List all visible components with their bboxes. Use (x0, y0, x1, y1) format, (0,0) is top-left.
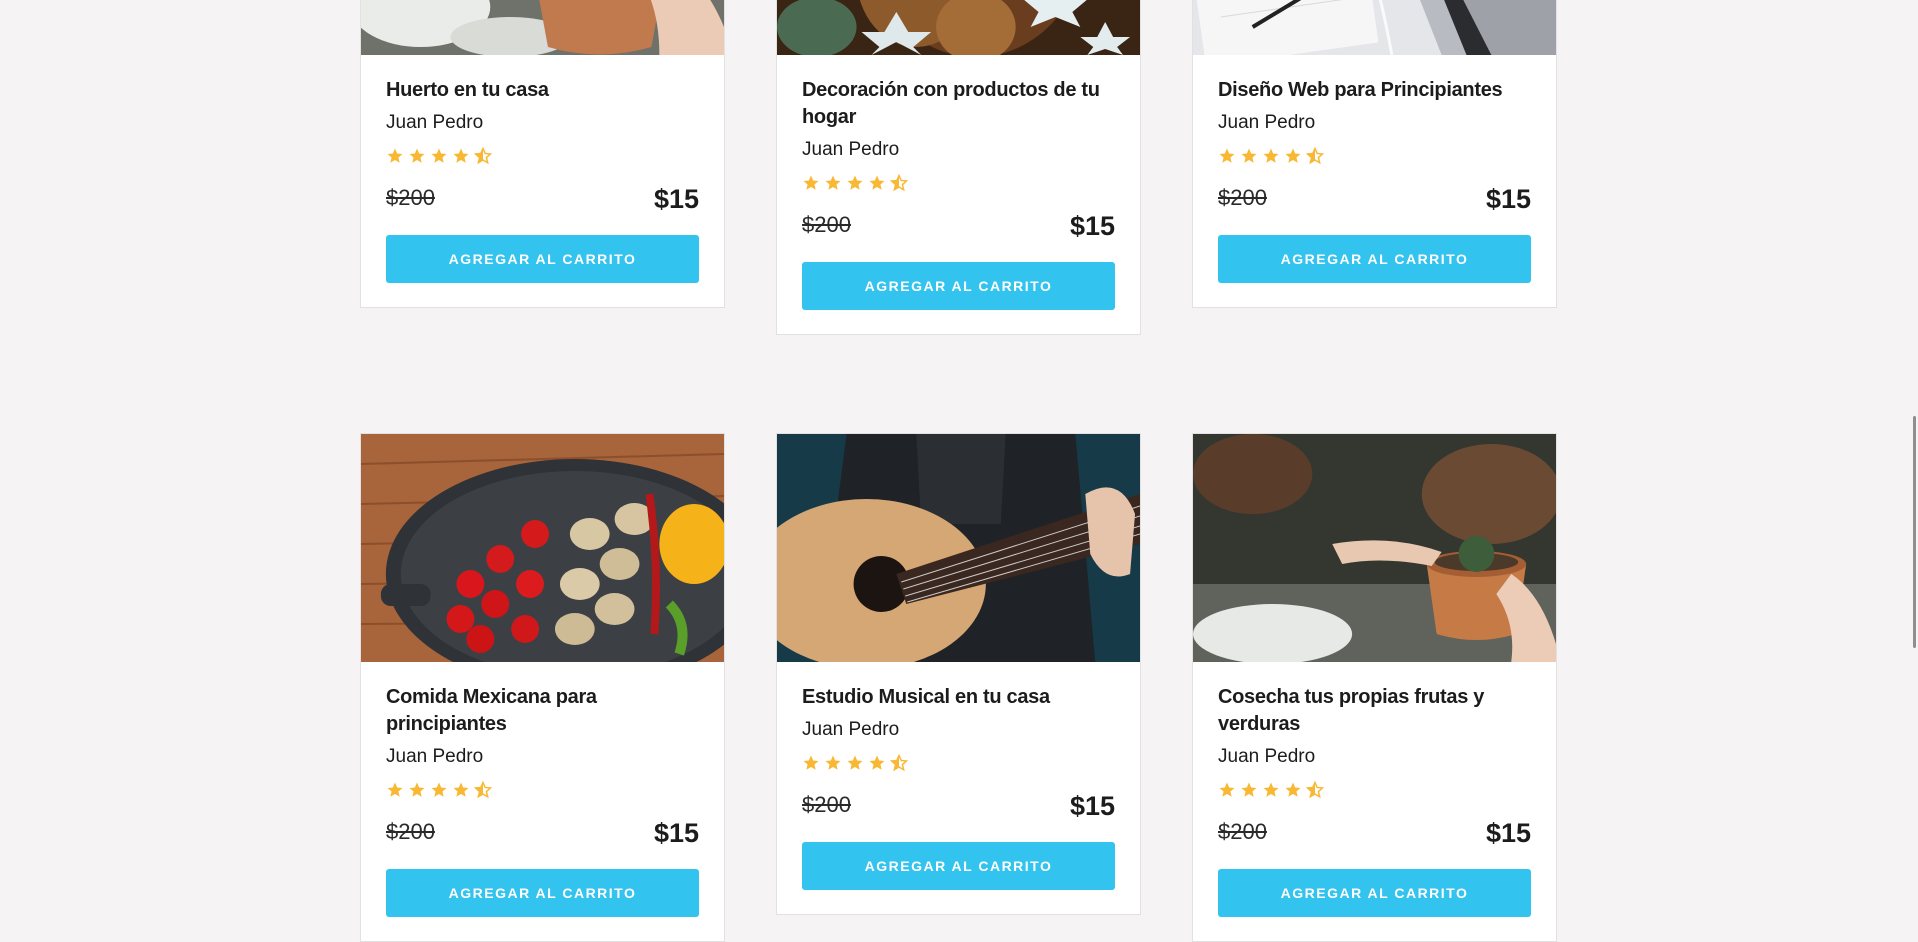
half-star-icon (474, 147, 492, 165)
course-card: Comida Mexicana para principiantes Juan … (360, 433, 725, 942)
rating-stars (1218, 779, 1531, 801)
add-to-cart-button[interactable]: AGREGAR AL CARRITO (802, 262, 1115, 310)
star-icon (847, 175, 863, 190)
course-image[interactable] (1193, 0, 1556, 55)
course-card: Decoración con productos de tu hogar Jua… (776, 0, 1141, 335)
star-icon (431, 782, 447, 797)
course-image[interactable] (361, 434, 724, 662)
sale-price: $15 (1069, 211, 1115, 241)
rating-stars (802, 752, 1115, 774)
star-icon (803, 175, 819, 190)
course-title[interactable]: Cosecha tus propias frutas y verduras (1218, 684, 1531, 738)
price-row: $200 $15 (802, 208, 1115, 242)
course-card: Cosecha tus propias frutas y verduras Ju… (1192, 433, 1557, 942)
rating-stars (802, 172, 1115, 194)
garden-pot-image (1193, 434, 1556, 662)
course-author: Juan Pedro (1218, 112, 1316, 133)
star-icon (453, 782, 469, 797)
star-icon (869, 175, 885, 190)
half-star-icon (890, 754, 908, 772)
sale-price: $15 (1485, 184, 1531, 214)
course-title[interactable]: Huerto en tu casa (386, 77, 699, 104)
course-image[interactable] (361, 0, 724, 55)
course-title[interactable]: Comida Mexicana para principiantes (386, 684, 699, 738)
original-price: $200 (1218, 819, 1267, 844)
course-image[interactable] (777, 0, 1140, 55)
star-icon (1285, 782, 1301, 797)
course-title[interactable]: Estudio Musical en tu casa (802, 684, 1115, 711)
course-card: Estudio Musical en tu casa Juan Pedro $2… (776, 433, 1141, 915)
price-row: $200 $15 (386, 815, 699, 849)
star-icon (847, 755, 863, 770)
star-icon (387, 148, 403, 163)
course-title[interactable]: Decoración con productos de tu hogar (802, 77, 1115, 131)
star-icon (869, 755, 885, 770)
rating-stars (386, 145, 699, 167)
original-price: $200 (802, 212, 851, 237)
half-star-icon (1306, 147, 1324, 165)
half-star-icon (1306, 781, 1324, 799)
rating-stars (1218, 145, 1531, 167)
course-image[interactable] (1193, 434, 1556, 662)
pinecone-cookies-image (777, 0, 1140, 55)
star-icon (387, 782, 403, 797)
vegetables-pan-image (361, 434, 724, 662)
original-price: $200 (802, 792, 851, 817)
scrollbar-thumb[interactable] (1913, 416, 1916, 648)
star-icon (1241, 782, 1257, 797)
star-icon (1263, 782, 1279, 797)
sale-price: $15 (1069, 791, 1115, 821)
price-row: $200 $15 (1218, 181, 1531, 215)
price-row: $200 $15 (802, 788, 1115, 822)
course-image[interactable] (777, 434, 1140, 662)
course-title[interactable]: Diseño Web para Principiantes (1218, 77, 1531, 104)
star-icon (1241, 148, 1257, 163)
star-icon (453, 148, 469, 163)
star-icon (1219, 782, 1235, 797)
star-icon (431, 148, 447, 163)
star-icon (1219, 148, 1235, 163)
half-star-icon (474, 781, 492, 799)
garden-pot-image (361, 0, 724, 55)
add-to-cart-button[interactable]: AGREGAR AL CARRITO (802, 842, 1115, 890)
star-icon (409, 148, 425, 163)
add-to-cart-button[interactable]: AGREGAR AL CARRITO (1218, 235, 1531, 283)
course-author: Juan Pedro (386, 112, 484, 133)
course-card: Huerto en tu casa Juan Pedro $200 $15 AG… (360, 0, 725, 308)
star-icon (1263, 148, 1279, 163)
course-grid: Huerto en tu casa Juan Pedro $200 $15 AG… (0, 0, 1918, 942)
original-price: $200 (1218, 185, 1267, 210)
original-price: $200 (386, 819, 435, 844)
sale-price: $15 (653, 184, 699, 214)
sale-price: $15 (653, 818, 699, 848)
price-row: $200 $15 (386, 181, 699, 215)
star-icon (803, 755, 819, 770)
sale-price: $15 (1485, 818, 1531, 848)
star-icon (1285, 148, 1301, 163)
half-star-icon (890, 174, 908, 192)
star-icon (409, 782, 425, 797)
course-author: Juan Pedro (386, 746, 484, 767)
add-to-cart-button[interactable]: AGREGAR AL CARRITO (1218, 869, 1531, 917)
vertical-scrollbar[interactable] (1902, 0, 1918, 912)
add-to-cart-button[interactable]: AGREGAR AL CARRITO (386, 235, 699, 283)
price-row: $200 $15 (1218, 815, 1531, 849)
guitar-player-image (777, 434, 1140, 662)
course-author: Juan Pedro (1218, 746, 1316, 767)
star-icon (825, 755, 841, 770)
course-author: Juan Pedro (802, 719, 900, 740)
rating-stars (386, 779, 699, 801)
add-to-cart-button[interactable]: AGREGAR AL CARRITO (386, 869, 699, 917)
course-author: Juan Pedro (802, 139, 900, 160)
star-icon (825, 175, 841, 190)
laptop-notebook-image (1193, 0, 1556, 55)
course-card: Diseño Web para Principiantes Juan Pedro… (1192, 0, 1557, 308)
original-price: $200 (386, 185, 435, 210)
